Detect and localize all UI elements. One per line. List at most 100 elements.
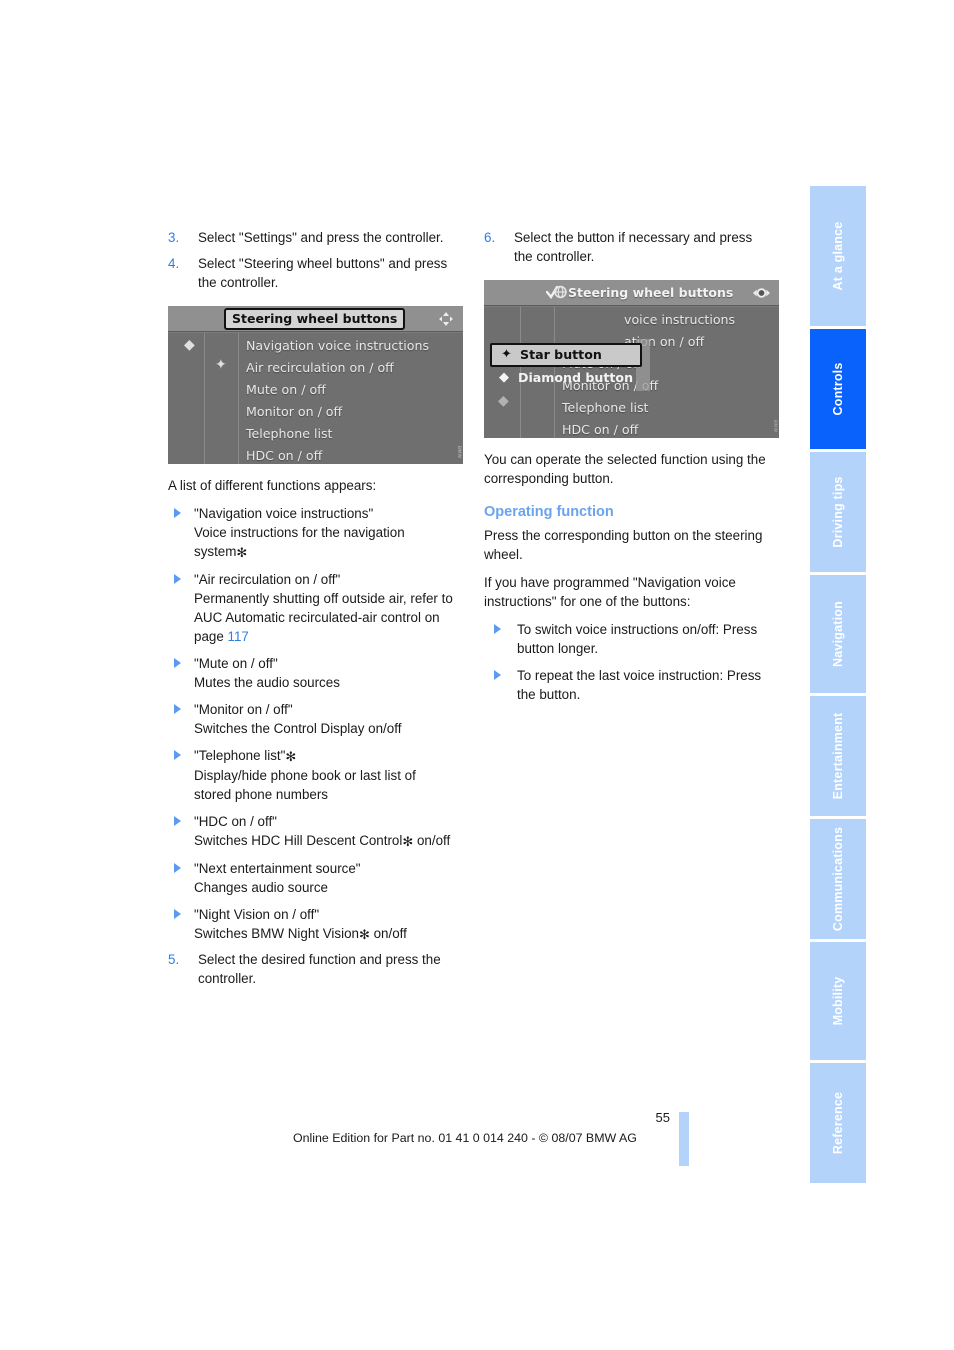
section-tab-rail: At a glance Controls Driving tips Naviga… bbox=[810, 186, 866, 1183]
step-number: 3. bbox=[168, 230, 180, 245]
sidebar-item-label: Communications bbox=[831, 826, 845, 932]
triangle-bullet-icon bbox=[174, 863, 181, 873]
sidebar-item-label: Mobility bbox=[831, 976, 845, 1026]
idrive-screenshot-button-popup: Steering wheel buttons ◆ voice instructi… bbox=[484, 280, 779, 438]
menu-item[interactable]: HDC on / off bbox=[246, 448, 322, 463]
triangle-bullet-icon bbox=[174, 750, 181, 760]
triangle-bullet-icon bbox=[174, 909, 181, 919]
function-title: "Mute on / off" bbox=[194, 656, 278, 671]
list-item: "Mute on / off" Mutes the audio sources bbox=[168, 654, 455, 692]
left-column: 3. Select "Settings" and press the contr… bbox=[168, 228, 463, 995]
footer-text: Online Edition for Part no. 01 41 0 014 … bbox=[293, 1131, 637, 1145]
bullet-text: To switch voice instructions on/off: Pre… bbox=[517, 622, 758, 656]
menu-item[interactable]: Air recirculation on / off bbox=[246, 360, 394, 375]
step-number: 6. bbox=[484, 230, 496, 245]
function-title: "HDC on / off" bbox=[194, 814, 277, 829]
sidebar-item-label: At a glance bbox=[831, 221, 845, 291]
list-intro-text: A list of different functions appears: bbox=[168, 478, 377, 493]
manual-page: At a glance Controls Driving tips Naviga… bbox=[0, 0, 954, 1350]
triangle-bullet-icon bbox=[494, 624, 501, 634]
sidebar-item-label: Controls bbox=[831, 362, 845, 416]
diamond-icon: ◆ bbox=[499, 370, 509, 385]
check-globe-icon bbox=[545, 284, 568, 304]
function-list: "Navigation voice instructions" Voice in… bbox=[168, 504, 455, 944]
function-title: "Navigation voice instructions" bbox=[194, 506, 374, 521]
step-6: 6. Select the button if necessary and pr… bbox=[484, 228, 771, 266]
function-desc-pre: Switches HDC Hill Descent Control bbox=[194, 833, 403, 848]
step-4: 4. Select "Steering wheel buttons" and p… bbox=[168, 254, 455, 292]
triangle-bullet-icon bbox=[174, 574, 181, 584]
button-selection-popup: ✦ Star button ◆ Diamond button bbox=[490, 339, 650, 391]
list-item: To switch voice instructions on/off: Pre… bbox=[484, 620, 771, 658]
figure-credit: BMW bbox=[772, 419, 777, 432]
figure-credit: BMW bbox=[456, 445, 461, 458]
function-desc: Switches the Control Display on/off bbox=[194, 721, 402, 736]
triangle-bullet-icon bbox=[174, 704, 181, 714]
footnote-star-icon: ✻ bbox=[402, 834, 414, 849]
list-item: "Air recirculation on / off" Permanently… bbox=[168, 570, 455, 646]
menu-item[interactable]: Navigation voice instructions bbox=[246, 338, 429, 353]
list-item: "Navigation voice instructions" Voice in… bbox=[168, 504, 455, 562]
step-number: 5. bbox=[168, 952, 180, 967]
function-title: "Monitor on / off" bbox=[194, 702, 293, 717]
menu-item[interactable]: Telephone list bbox=[246, 426, 332, 441]
list-item: "Next entertainment source" Changes audi… bbox=[168, 859, 455, 897]
function-desc: Changes audio source bbox=[194, 880, 328, 895]
function-desc-pre: Switches BMW Night Vision bbox=[194, 926, 359, 941]
sidebar-item-controls[interactable]: Controls bbox=[810, 329, 866, 449]
sidebar-item-driving-tips[interactable]: Driving tips bbox=[810, 452, 866, 572]
list-item: To repeat the last voice instruction: Pr… bbox=[484, 666, 771, 704]
operating-paragraph-2: If you have programmed "Navigation voice… bbox=[484, 575, 736, 609]
sidebar-item-mobility[interactable]: Mobility bbox=[810, 942, 866, 1060]
sidebar-item-navigation[interactable]: Navigation bbox=[810, 575, 866, 693]
idrive-screenshot-menu-list: Steering wheel buttons ◆ ✦ Navigation vo… bbox=[168, 306, 463, 464]
triangle-bullet-icon bbox=[174, 816, 181, 826]
function-title: "Air recirculation on / off" bbox=[194, 572, 341, 587]
footnote-star-icon: ✻ bbox=[236, 545, 248, 560]
sidebar-item-reference[interactable]: Reference bbox=[810, 1063, 866, 1183]
function-title: "Night Vision on / off" bbox=[194, 907, 320, 922]
function-desc-post: on/off bbox=[369, 926, 407, 941]
popup-item-diamond-button[interactable]: ◆ Diamond button bbox=[490, 367, 642, 389]
after-screenshot-text: You can operate the selected function us… bbox=[484, 452, 766, 486]
popup-item-label: Diamond button bbox=[518, 370, 634, 385]
triangle-bullet-icon bbox=[174, 508, 181, 518]
bullet-text: To repeat the last voice instruction: Pr… bbox=[517, 668, 762, 702]
updown-arrows-icon bbox=[436, 309, 455, 328]
idrive-title: Steering wheel buttons bbox=[568, 285, 734, 300]
section-heading-operating-function: Operating function bbox=[484, 504, 614, 520]
sidebar-item-at-a-glance[interactable]: At a glance bbox=[810, 186, 866, 326]
idrive-menu-area: ◆ ✦ Navigation voice instructions Air re… bbox=[168, 333, 463, 464]
menu-item[interactable]: HDC on / off bbox=[562, 422, 638, 437]
function-desc: Display/hide phone book or last list of … bbox=[194, 768, 416, 802]
operating-bullet-list: To switch voice instructions on/off: Pre… bbox=[484, 620, 771, 704]
sidebar-item-label: Driving tips bbox=[831, 476, 845, 548]
list-item: "Monitor on / off" Switches the Control … bbox=[168, 700, 455, 738]
menu-item[interactable]: voice instructions bbox=[624, 312, 735, 327]
diamond-icon: ◆ bbox=[498, 393, 509, 409]
page-reference[interactable]: 117 bbox=[228, 629, 249, 644]
popup-item-label: Star button bbox=[520, 347, 602, 362]
star-icon: ✦ bbox=[215, 357, 227, 373]
menu-item[interactable]: Monitor on / off bbox=[246, 404, 342, 419]
step-3: 3. Select "Settings" and press the contr… bbox=[168, 228, 455, 247]
step-5: 5. Select the desired function and press… bbox=[168, 950, 455, 988]
sidebar-item-communications[interactable]: Communications bbox=[810, 819, 866, 939]
sidebar-item-entertainment[interactable]: Entertainment bbox=[810, 696, 866, 816]
step-text: Select "Settings" and press the controll… bbox=[198, 230, 444, 245]
footer-accent-bar bbox=[679, 1112, 689, 1166]
menu-item[interactable]: Mute on / off bbox=[246, 382, 326, 397]
function-title: "Next entertainment source" bbox=[194, 861, 361, 876]
footnote-star-icon: ✻ bbox=[285, 749, 297, 764]
right-column: 6. Select the button if necessary and pr… bbox=[484, 228, 779, 712]
menu-item[interactable]: Telephone list bbox=[562, 400, 648, 415]
list-item: "Night Vision on / off" Switches BMW Nig… bbox=[168, 905, 455, 944]
diamond-icon: ◆ bbox=[184, 337, 195, 353]
function-desc-post: on/off bbox=[413, 833, 451, 848]
function-desc: Mutes the audio sources bbox=[194, 675, 340, 690]
triangle-bullet-icon bbox=[494, 670, 501, 680]
idrive-menu-area: ◆ voice instructions ation on / off Mute… bbox=[484, 307, 779, 438]
popup-item-star-button[interactable]: ✦ Star button bbox=[490, 343, 642, 367]
list-item: "Telephone list"✻ Display/hide phone boo… bbox=[168, 746, 455, 804]
step-text: Select the desired function and press th… bbox=[198, 952, 441, 986]
